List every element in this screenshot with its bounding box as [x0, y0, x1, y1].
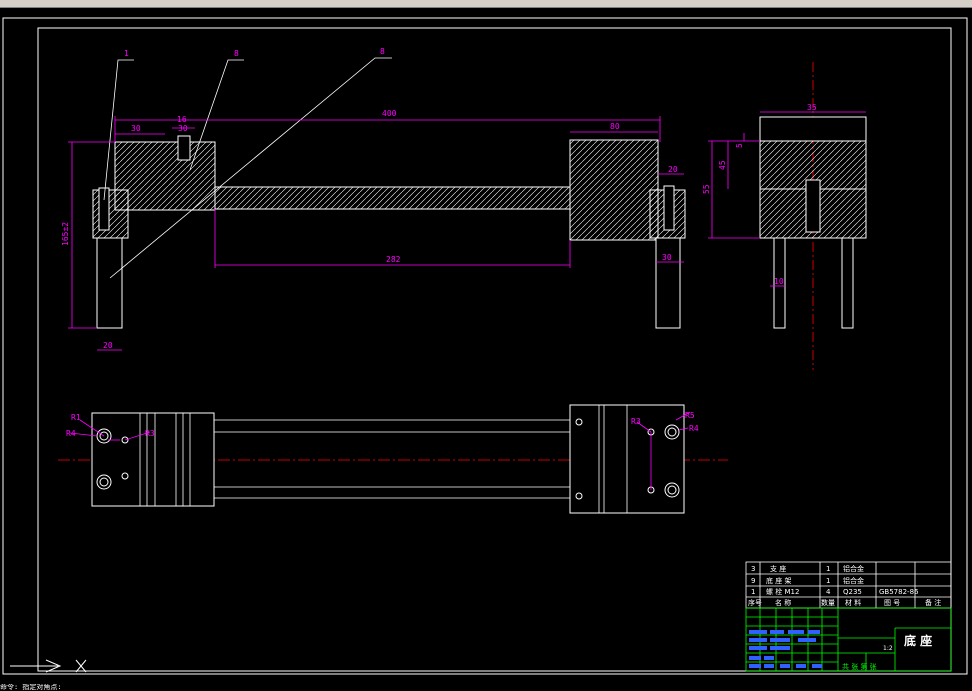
left-foot-top	[92, 189, 129, 239]
left-block	[114, 141, 216, 211]
right-bolt	[663, 185, 675, 231]
side-dim-height: 55	[702, 184, 711, 194]
dim-right-block: 80	[610, 122, 620, 131]
plan-dim-right-r3: R3	[631, 417, 641, 426]
left-slot	[177, 135, 191, 161]
part-row-3-name: 螺 栓 M12	[766, 587, 799, 596]
side-dim-leg: 10	[774, 277, 784, 286]
title-block: 3 支 座 1 铝合金 9 底 座 架 1 铝合金 1 螺 栓 M12 4 Q2…	[745, 561, 952, 672]
dim-foot-width: 20	[103, 341, 113, 350]
part-row-2-name: 底 座 架	[766, 576, 791, 585]
part-row-3-no: 1	[751, 588, 755, 596]
command-line[interactable]: 命令: 指定对角点:	[0, 684, 972, 691]
rail	[214, 186, 571, 210]
plan-dim-right-r4: R4	[689, 424, 699, 433]
part-row-3-code: GB5782-86	[879, 588, 919, 596]
plan-view: R1 R4 R3 R3 R5 R4	[58, 404, 728, 514]
outer-border	[2, 17, 968, 675]
part-row-2-qty: 1	[826, 577, 830, 585]
part-row-3-qty: 4	[826, 588, 831, 596]
right-leg	[655, 237, 681, 329]
dim-slot-width: 16	[177, 115, 187, 124]
part-row-2-no: 9	[751, 577, 755, 585]
plan-dim-left-r4: R4	[66, 429, 76, 438]
header-qty: 数量	[821, 598, 835, 607]
dim-height-total: 165±2	[61, 222, 70, 246]
drawing-canvas[interactable]: 1 8 8 400 30 16 30 80 165±2 20 20 30 282…	[0, 8, 972, 684]
dim-right-foot: 30	[662, 253, 672, 262]
part-row-2-material: 铝合金	[843, 576, 864, 585]
dim-left-pad: 30	[131, 124, 141, 133]
balloon-1: 1	[124, 49, 129, 58]
dim-overall: 400	[382, 109, 397, 118]
side-dim-small: 5	[735, 143, 744, 148]
header-material: 材 料	[845, 598, 861, 607]
part-row-1-name: 支 座	[770, 564, 786, 573]
header-no: 序号	[748, 598, 762, 607]
side-leg-right	[841, 237, 854, 329]
sheet-count: 共 张 第 张	[842, 662, 877, 671]
part-row-1-no: 3	[751, 565, 755, 573]
ucs-icon	[10, 659, 87, 673]
scale-value: 1:2	[883, 645, 893, 652]
plan-dim-right-r5: R5	[685, 411, 695, 420]
right-block	[569, 139, 659, 241]
header-code: 图 号	[884, 599, 900, 607]
plan-dim-left-r1: R1	[71, 413, 81, 422]
left-leg	[96, 237, 123, 329]
balloon-8b: 8	[380, 47, 385, 56]
drawing-title: 底 座	[904, 633, 932, 648]
plan-dim-left-r3: R3	[145, 429, 155, 438]
plan-left-block	[91, 412, 215, 507]
window-topbar	[0, 0, 972, 8]
part-row-1-material: 铝合金	[843, 564, 864, 573]
dim-slot-depth: 30	[178, 124, 188, 133]
left-bolt	[98, 187, 110, 231]
side-cap	[759, 116, 867, 142]
side-dim-top: 35	[807, 103, 817, 112]
part-row-3-material: Q235	[843, 588, 862, 596]
part-row-1-qty: 1	[826, 565, 830, 573]
side-bolt	[805, 179, 821, 233]
dim-rail-length: 282	[386, 255, 401, 264]
side-view: 35 5 45 55 10	[702, 62, 867, 370]
header-remark: 备 注	[925, 598, 941, 607]
side-dim-mid: 45	[718, 160, 727, 170]
front-view: 1 8 8 400 30 16 30 80 165±2 20 20 30 282	[61, 47, 686, 351]
dim-right-step: 20	[668, 165, 678, 174]
header-name: 名 称	[775, 598, 791, 607]
balloon-8a: 8	[234, 49, 239, 58]
